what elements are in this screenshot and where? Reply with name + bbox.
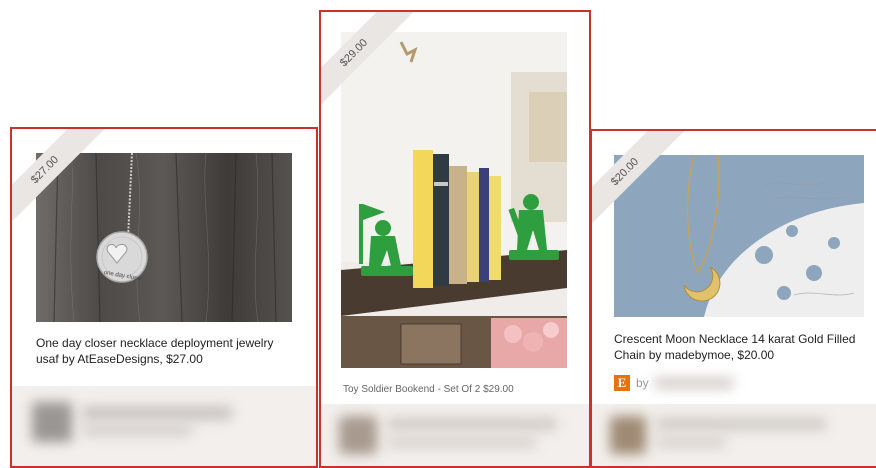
pinner-footer xyxy=(592,404,876,466)
bookends-photo xyxy=(341,32,567,368)
etsy-shop-icon[interactable]: E xyxy=(614,375,630,391)
pinner-avatar[interactable] xyxy=(610,416,646,454)
pin-caption[interactable]: Crescent Moon Necklace 14 karat Gold Fil… xyxy=(614,331,874,363)
pinner-footer xyxy=(321,404,589,466)
pinner-board-redacted xyxy=(82,424,192,436)
pin-card-moon-necklace[interactable]: $20.00 Crescent Moon Necklace 14 karat G… xyxy=(590,129,876,468)
pin-card-bookends[interactable]: $29.00 Toy Soldier Bookend - Set Of 2 $2… xyxy=(319,10,591,468)
pinner-avatar[interactable] xyxy=(32,402,72,442)
pin-image[interactable] xyxy=(341,32,567,368)
pinner-name-redacted xyxy=(82,406,232,420)
pinner-board-redacted xyxy=(387,436,537,448)
pin-grid: $27.00 one day closer One day closer nec… xyxy=(0,0,876,468)
pin-card-necklace[interactable]: $27.00 one day closer One day closer nec… xyxy=(10,127,318,468)
pinner-avatar[interactable] xyxy=(339,416,377,454)
pin-caption[interactable]: One day closer necklace deployment jewel… xyxy=(36,335,296,367)
pinner-board-redacted xyxy=(656,436,726,448)
seller-name-redacted xyxy=(654,377,734,389)
pinner-name-redacted xyxy=(656,418,826,430)
pin-image[interactable]: one day closer xyxy=(36,153,292,322)
pinner-footer xyxy=(12,386,316,466)
moon-necklace-photo xyxy=(614,155,864,317)
pin-caption[interactable]: Toy Soldier Bookend - Set Of 2 $29.00 xyxy=(343,382,583,398)
necklace-photo: one day closer xyxy=(36,153,292,322)
by-label: by xyxy=(636,376,649,390)
pin-image[interactable] xyxy=(614,155,864,317)
pinner-name-redacted xyxy=(387,418,557,430)
